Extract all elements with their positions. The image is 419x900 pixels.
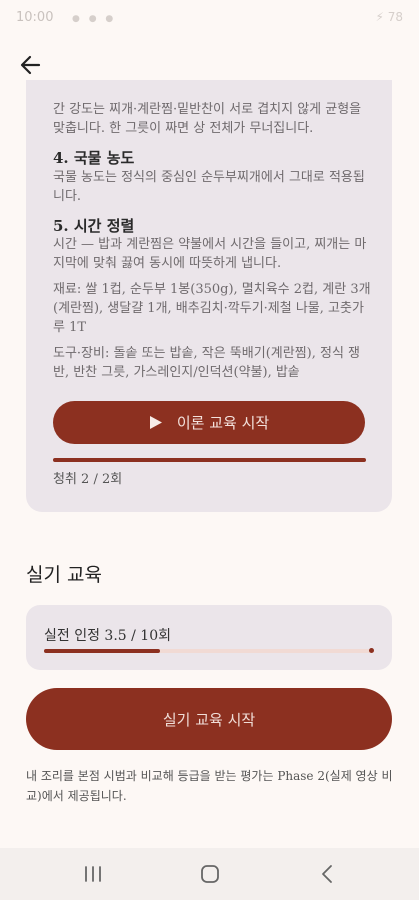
status-bar: 10:00 ● ● ● ⚡ 78	[0, 0, 419, 36]
theory-card: 간 강도는 찌개·계란찜·밑반찬이 서로 겹치지 않게 균형을 맞춥니다. 한 …	[26, 80, 392, 512]
nav-recent-button[interactable]	[78, 860, 108, 888]
theory-start-button[interactable]: 이론 교육 시작	[53, 401, 365, 444]
arrow-left-icon	[20, 55, 41, 75]
timing-text: 시간 — 밥과 계란찜은 약불에서 시간을 들이고, 찌개는 마지막에 맞춰 끓…	[53, 237, 367, 271]
practice-progress-end-dot	[369, 648, 374, 653]
play-icon	[149, 416, 162, 429]
battery-indicator: ⚡ 78	[375, 10, 403, 24]
listen-count: 청취 2 / 2회	[53, 472, 123, 487]
phase2-footnote: 내 조리를 본점 시범과 비교해 등급을 받는 평가는 Phase 2(실제 영…	[26, 769, 393, 803]
practice-progress-track	[44, 648, 374, 653]
status-time: 10:00	[16, 10, 54, 25]
notification-icons: ● ● ●	[72, 14, 117, 24]
practice-progress-fill	[44, 649, 160, 653]
practice-start-button[interactable]: 실기 교육 시작	[26, 688, 392, 750]
section-heading-broth: 4. 국물 농도	[53, 149, 135, 167]
section-heading-timing: 5. 시간 정렬	[53, 217, 135, 235]
practice-progress-label: 실전 인정 3.5 / 10회	[44, 628, 171, 644]
back-button[interactable]	[18, 52, 44, 78]
practice-start-label: 실기 교육 시작	[162, 710, 256, 729]
home-icon	[201, 865, 219, 883]
tools-text: 도구·장비: 돌솥 또는 밥솥, 작은 뚝배기(계란찜), 정식 쟁반, 반찬 …	[53, 346, 361, 380]
ingredients-text: 재료: 쌀 1컵, 순두부 1봉(350g), 멸치육수 2컵, 계란 3개(계…	[53, 282, 371, 335]
theory-start-label: 이론 교육 시작	[176, 414, 270, 432]
listen-progress-bar	[53, 458, 366, 462]
broth-text: 국물 농도는 정식의 중심인 순두부찌개에서 그대로 적용됩니다.	[53, 170, 365, 204]
recent-apps-icon	[85, 866, 101, 882]
practice-progress-card: 실전 인정 3.5 / 10회	[26, 605, 392, 670]
chevron-left-icon	[322, 865, 332, 883]
nav-back-button[interactable]	[312, 860, 342, 888]
system-nav-bar	[0, 848, 419, 900]
nav-home-button[interactable]	[195, 860, 225, 888]
theory-intro-text: 간 강도는 찌개·계란찜·밑반찬이 서로 겹치지 않게 균형을 맞춥니다. 한 …	[53, 102, 362, 136]
practice-section-title: 실기 교육	[26, 564, 102, 586]
